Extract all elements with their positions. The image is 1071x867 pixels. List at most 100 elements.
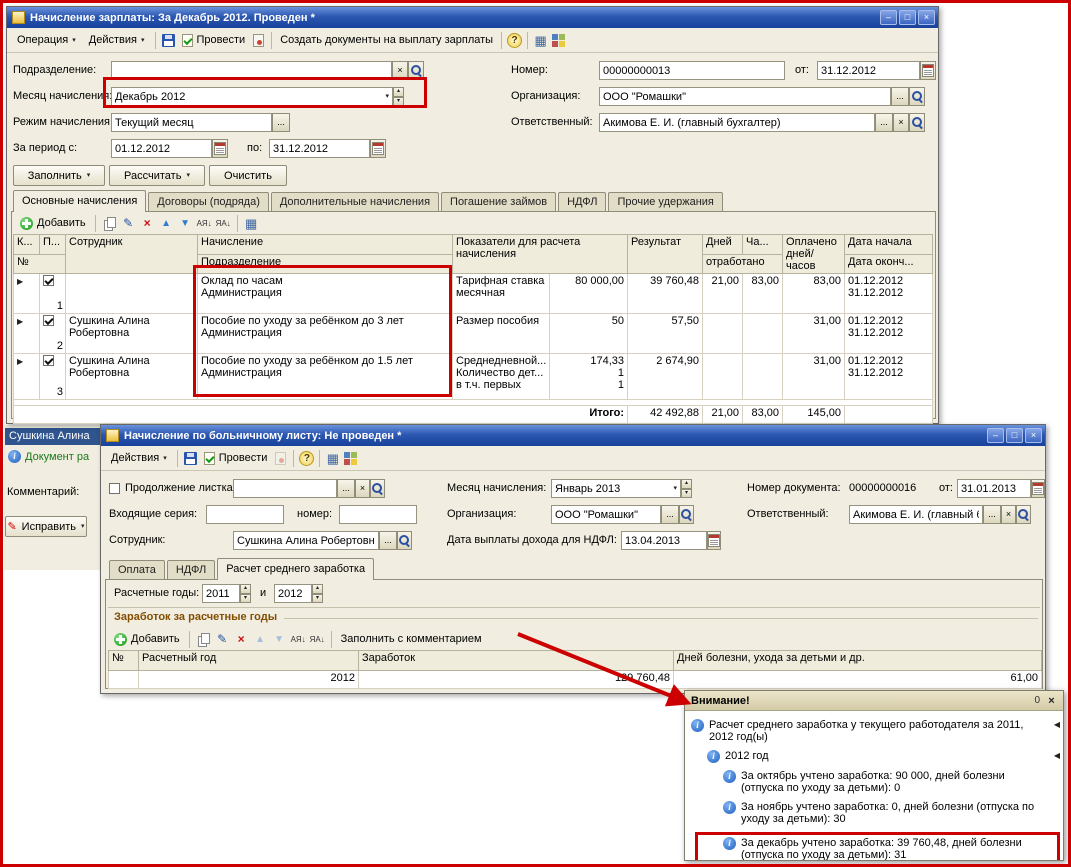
employee-field[interactable]: Сушкина Алина Робертовна	[233, 531, 379, 550]
ndfl-date-calendar-icon[interactable]	[707, 531, 721, 550]
continuation-clear-icon[interactable]: ×	[355, 479, 370, 498]
tab-contracts[interactable]: Договоры (подряда)	[148, 192, 269, 211]
sort-desc-icon[interactable]: ЯА↓	[215, 215, 232, 232]
close-icon[interactable]: ×	[918, 10, 935, 25]
dates-cell[interactable]: 01.12.2012 31.12.2012	[844, 353, 934, 400]
indicator-name-cell[interactable]: Размер пособия	[452, 313, 550, 354]
post-button[interactable]: Провести	[200, 450, 272, 467]
organization-lookup-icon[interactable]	[679, 505, 694, 524]
hours-cell[interactable]: 83,00	[742, 273, 784, 314]
row-checkbox[interactable]	[43, 355, 54, 366]
maximize-icon[interactable]: □	[899, 10, 916, 25]
minimize-icon[interactable]: –	[987, 428, 1004, 443]
collapse-icon[interactable]: ◀	[1054, 720, 1060, 729]
ndfl-date-field[interactable]: 13.04.2013	[621, 531, 707, 550]
responsible-field[interactable]: Акимова Е. И. (главный бухгалтер)	[599, 113, 875, 132]
col-header-employee[interactable]: Сотрудник	[65, 234, 198, 274]
menu-operation[interactable]: Операция ▾	[11, 31, 82, 49]
result-cell[interactable]: 39 760,48	[627, 273, 704, 314]
paid-cell[interactable]: 83,00	[782, 273, 846, 314]
result-cell[interactable]: 57,50	[627, 313, 704, 354]
incoming-series-field[interactable]	[206, 505, 284, 524]
col-header-worked[interactable]: отработано	[702, 253, 784, 274]
days-cell[interactable]: 21,00	[702, 273, 744, 314]
tab-average-earnings[interactable]: Расчет среднего заработка	[217, 558, 375, 580]
spin-up-icon[interactable]: ▴	[681, 479, 692, 489]
add-row-button[interactable]: Добавить	[110, 631, 184, 648]
collapse-icon[interactable]: ◀	[1054, 751, 1060, 760]
tab-other-deductions[interactable]: Прочие удержания	[608, 192, 723, 211]
responsible-lookup-icon[interactable]	[1016, 505, 1031, 524]
save-icon[interactable]	[160, 32, 177, 49]
spin-down-icon[interactable]: ▾	[681, 488, 692, 498]
caret-down-icon[interactable]: ▾	[385, 93, 389, 100]
accrual-cell[interactable]: Оклад по часам Администрация	[197, 273, 453, 314]
col-header-year[interactable]: Расчетный год	[138, 650, 359, 671]
year1-spinner[interactable]: ▴ ▾	[240, 584, 251, 603]
responsible-clear-icon[interactable]: ×	[893, 113, 909, 132]
organization-lookup-icon[interactable]	[909, 87, 925, 106]
employee-select-button[interactable]: ...	[379, 531, 397, 550]
move-down-icon[interactable]: ▼	[177, 215, 194, 232]
date-field[interactable]: 31.01.2013	[957, 479, 1031, 498]
sort-asc-icon[interactable]: АЯ↓	[290, 631, 307, 648]
row-checkbox[interactable]	[43, 275, 54, 286]
year2-spinner[interactable]: ▴ ▾	[312, 584, 323, 603]
indicator-name-cell[interactable]: Среднедневной... Количество дет... в т.ч. …	[452, 353, 550, 400]
month-field[interactable]: Январь 2013 ▾	[551, 479, 681, 498]
period-to-calendar-icon[interactable]	[370, 139, 386, 158]
indicator-name-cell[interactable]: Тарифная ставка месячная	[452, 273, 550, 314]
continuation-select-button[interactable]: ...	[337, 479, 355, 498]
menu-actions[interactable]: Действия ▾	[105, 449, 173, 467]
date-calendar-icon[interactable]	[1031, 479, 1045, 498]
grid-row[interactable]: ▶ 3 Сушкина Алина Робертовна Пособие по …	[13, 353, 934, 400]
tab-loan-repayment[interactable]: Погашение займов	[441, 192, 557, 211]
spin-up-icon[interactable]: ▴	[312, 584, 323, 594]
year2-field[interactable]: 2012	[274, 584, 312, 603]
sort-desc-icon[interactable]: ЯА↓	[309, 631, 326, 648]
year-cell[interactable]: 2012	[138, 670, 359, 689]
col-header-indicators[interactable]: Показатели для расчета начисления	[451, 234, 629, 274]
year1-field[interactable]: 2011	[202, 584, 240, 603]
close-icon[interactable]: ×	[1025, 428, 1042, 443]
edit-row-icon[interactable]: ✎	[214, 631, 231, 648]
row-number-cell[interactable]: 1	[108, 670, 139, 689]
copy-row-icon[interactable]	[195, 631, 212, 648]
department-lookup-icon[interactable]	[408, 61, 424, 80]
delete-row-icon[interactable]: ×	[139, 215, 156, 232]
row-checkbox[interactable]	[43, 315, 54, 326]
responsible-select-button[interactable]: ...	[983, 505, 1001, 524]
spin-down-icon[interactable]: ▾	[393, 96, 404, 106]
caret-down-icon[interactable]: ▾	[673, 485, 677, 492]
number-field[interactable]: 00000000013	[599, 61, 785, 80]
col-header-accrual[interactable]: Начисление	[197, 234, 453, 255]
spin-down-icon[interactable]: ▾	[240, 593, 251, 603]
tab-payment[interactable]: Оплата	[109, 560, 165, 579]
col-header-num[interactable]: №	[108, 650, 139, 671]
department-field[interactable]	[111, 61, 392, 80]
move-up-icon[interactable]: ▲	[252, 631, 269, 648]
sick-days-cell[interactable]: 61,00	[673, 670, 1042, 689]
col-header-p[interactable]: П...	[39, 234, 66, 255]
days-cell[interactable]	[702, 313, 744, 354]
sort-asc-icon[interactable]: АЯ↓	[196, 215, 213, 232]
paid-cell[interactable]: 31,00	[782, 313, 846, 354]
calculate-button[interactable]: Рассчитать ▾	[109, 165, 205, 186]
col-header-paid[interactable]: Оплачено дней/часов	[782, 234, 846, 274]
copy-row-icon[interactable]	[101, 215, 118, 232]
employee-lookup-icon[interactable]	[397, 531, 412, 550]
col-header-result[interactable]: Результат	[627, 234, 704, 274]
continuation-checkbox[interactable]	[109, 483, 120, 494]
panels-settings-icon[interactable]	[550, 32, 567, 49]
related-documents-icon[interactable]	[272, 450, 289, 467]
create-payment-docs-button[interactable]: Создать документы на выплату зарплаты	[276, 32, 497, 48]
period-to-field[interactable]: 31.12.2012	[269, 139, 370, 158]
month-spinner[interactable]: ▴ ▾	[681, 479, 692, 498]
month-spinner[interactable]: ▴ ▾	[393, 87, 404, 106]
move-down-icon[interactable]: ▼	[271, 631, 288, 648]
grid-row[interactable]: 1 2012 129 760,48 61,00	[108, 670, 1042, 689]
move-up-icon[interactable]: ▲	[158, 215, 175, 232]
help-icon[interactable]: ?	[298, 450, 315, 467]
col-header-sick-days[interactable]: Дней болезни, ухода за детьми и др.	[673, 650, 1042, 671]
organization-field[interactable]: ООО "Ромашки"	[551, 505, 661, 524]
